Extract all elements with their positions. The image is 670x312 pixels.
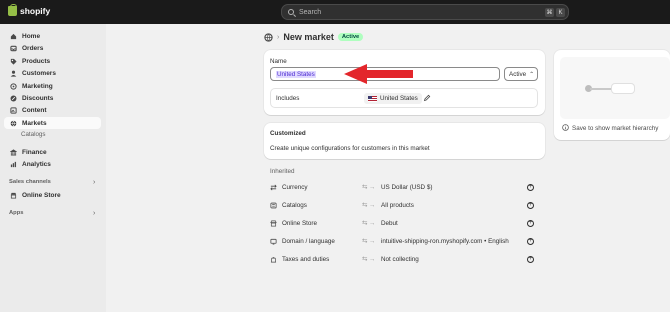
globe-icon — [10, 120, 17, 126]
inherit-link-icon: ⇆ → — [362, 201, 376, 209]
target-icon — [10, 82, 17, 90]
sidebar-item-label: Markets — [22, 119, 47, 127]
country-chip-label: United States — [380, 95, 418, 102]
customized-card — [264, 123, 545, 159]
row-name: Domain / language — [282, 237, 335, 245]
status-select-value: Active — [509, 70, 527, 78]
sidebar-subitem-catalogs[interactable]: Catalogs — [21, 131, 45, 138]
edit-pencil-icon[interactable] — [423, 94, 431, 102]
customized-description: Create unique configurations for custome… — [270, 145, 430, 152]
inherit-link-icon: ⇆ → — [362, 255, 376, 263]
status-badge: Active — [337, 33, 364, 41]
select-chevron-icon: ⌃ — [529, 71, 535, 78]
row-name: Taxes and duties — [282, 255, 330, 263]
domain-icon — [270, 238, 277, 245]
row-value: All products — [381, 201, 414, 209]
country-chip[interactable]: United States — [364, 93, 422, 104]
page-header: › New market Active — [264, 32, 364, 42]
customized-title: Customized — [270, 130, 306, 137]
hierarchy-connector — [590, 88, 612, 90]
sidebar-item-products[interactable]: Products — [4, 55, 101, 67]
sidebar-item-label: Products — [22, 57, 51, 65]
row-value: US Dollar (USD $) — [381, 183, 433, 191]
sidebar-item-label: Orders — [22, 44, 44, 52]
inherited-row-online-store[interactable]: Online Store ⇆ → Debut + — [270, 217, 540, 229]
search-icon — [288, 9, 294, 15]
tag-icon — [10, 58, 17, 65]
top-bar: shopify Search ⌘ K — [0, 0, 670, 24]
name-field-value: United States — [276, 70, 316, 78]
chart-icon — [10, 161, 17, 167]
inherit-link-icon: ⇆ → — [362, 237, 376, 245]
add-override-button[interactable]: + — [527, 201, 534, 209]
page-title: New market — [283, 32, 334, 42]
row-value: Debut — [381, 219, 398, 227]
inherit-link-icon: ⇆ → — [362, 219, 376, 227]
sidebar-item-label: Customers — [22, 69, 56, 77]
sidebar-item-analytics[interactable]: Analytics — [4, 158, 101, 170]
discount-icon — [10, 95, 17, 101]
currency-icon — [270, 184, 277, 190]
row-name: Currency — [282, 183, 308, 191]
info-icon — [562, 124, 569, 131]
inherited-row-domain-language[interactable]: Domain / language ⇆ → intuitive-shipping… — [270, 235, 540, 247]
sidebar-item-label: Marketing — [22, 82, 53, 90]
inherited-title: Inherited — [270, 168, 295, 175]
name-label: Name — [270, 58, 287, 65]
hierarchy-node-pill — [612, 84, 634, 93]
sidebar-item-label: Home — [22, 32, 41, 40]
sales-channels-title: Sales channels — [9, 179, 51, 185]
inherit-link-icon: ⇆ → — [362, 183, 376, 191]
annotation-arrow-icon — [344, 64, 413, 84]
sidebar-item-finance[interactable]: Finance — [4, 146, 101, 158]
sidebar-item-online-store[interactable]: Online Store — [4, 189, 101, 201]
us-flag-icon — [368, 95, 377, 102]
home-icon — [10, 33, 17, 39]
apps-title: Apps — [9, 210, 24, 216]
includes-label: Includes — [276, 95, 300, 102]
row-name: Catalogs — [282, 201, 307, 209]
sidebar-item-marketing[interactable]: Marketing — [4, 80, 101, 92]
sidebar-item-home[interactable]: Home — [4, 30, 101, 42]
row-value: Not collecting — [381, 255, 419, 263]
content-icon — [10, 106, 17, 114]
row-value: intuitive-shipping-ron.myshopify.com • E… — [381, 237, 509, 245]
inherited-row-catalogs[interactable]: Catalogs ⇆ → All products + — [270, 199, 540, 211]
sidebar-item-label: Finance — [22, 148, 47, 156]
breadcrumb-chevron-icon: › — [277, 33, 280, 41]
add-override-button[interactable]: + — [527, 219, 534, 227]
person-icon — [10, 70, 17, 77]
sidebar-item-markets[interactable]: Markets — [4, 117, 101, 129]
store-icon — [10, 192, 17, 199]
status-select[interactable]: Active ⌃ — [504, 67, 538, 81]
sidebar-item-customers[interactable]: Customers — [4, 67, 101, 79]
search-placeholder: Search — [299, 8, 322, 16]
orders-icon — [10, 45, 17, 51]
shortcut-k-key: K — [556, 8, 565, 17]
hierarchy-save-text: Save to show market hierarchy — [572, 125, 659, 132]
add-override-button[interactable]: + — [527, 237, 534, 245]
markets-globe-icon[interactable] — [264, 32, 273, 42]
row-name: Online Store — [282, 219, 318, 227]
search-bar[interactable]: Search ⌘ K — [281, 4, 569, 20]
bank-icon — [10, 148, 17, 156]
shortcut-cmd-key: ⌘ — [545, 8, 554, 17]
catalog-icon — [270, 202, 277, 208]
sidebar-item-label: Analytics — [22, 160, 51, 168]
inherited-row-taxes[interactable]: Taxes and duties ⇆ → Not collecting + — [270, 253, 540, 265]
store-icon — [270, 220, 277, 226]
inherited-row-currency[interactable]: Currency ⇆ → US Dollar (USD $) + — [270, 181, 540, 193]
brand-name: shopify — [20, 6, 51, 16]
tax-icon — [270, 256, 277, 262]
sidebar-item-orders[interactable]: Orders — [4, 42, 101, 54]
shopify-logo[interactable]: shopify — [8, 4, 51, 16]
sidebar-item-label: Content — [22, 106, 47, 114]
sidebar-item-label: Discounts — [22, 94, 54, 102]
add-override-button[interactable]: + — [527, 183, 534, 191]
sidebar-item-discounts[interactable]: Discounts — [4, 92, 101, 104]
shopify-bag-icon — [8, 4, 17, 16]
add-override-button[interactable]: + — [527, 255, 534, 263]
sidebar-item-content[interactable]: Content — [4, 104, 101, 116]
sidebar-item-label: Online Store — [22, 191, 61, 199]
